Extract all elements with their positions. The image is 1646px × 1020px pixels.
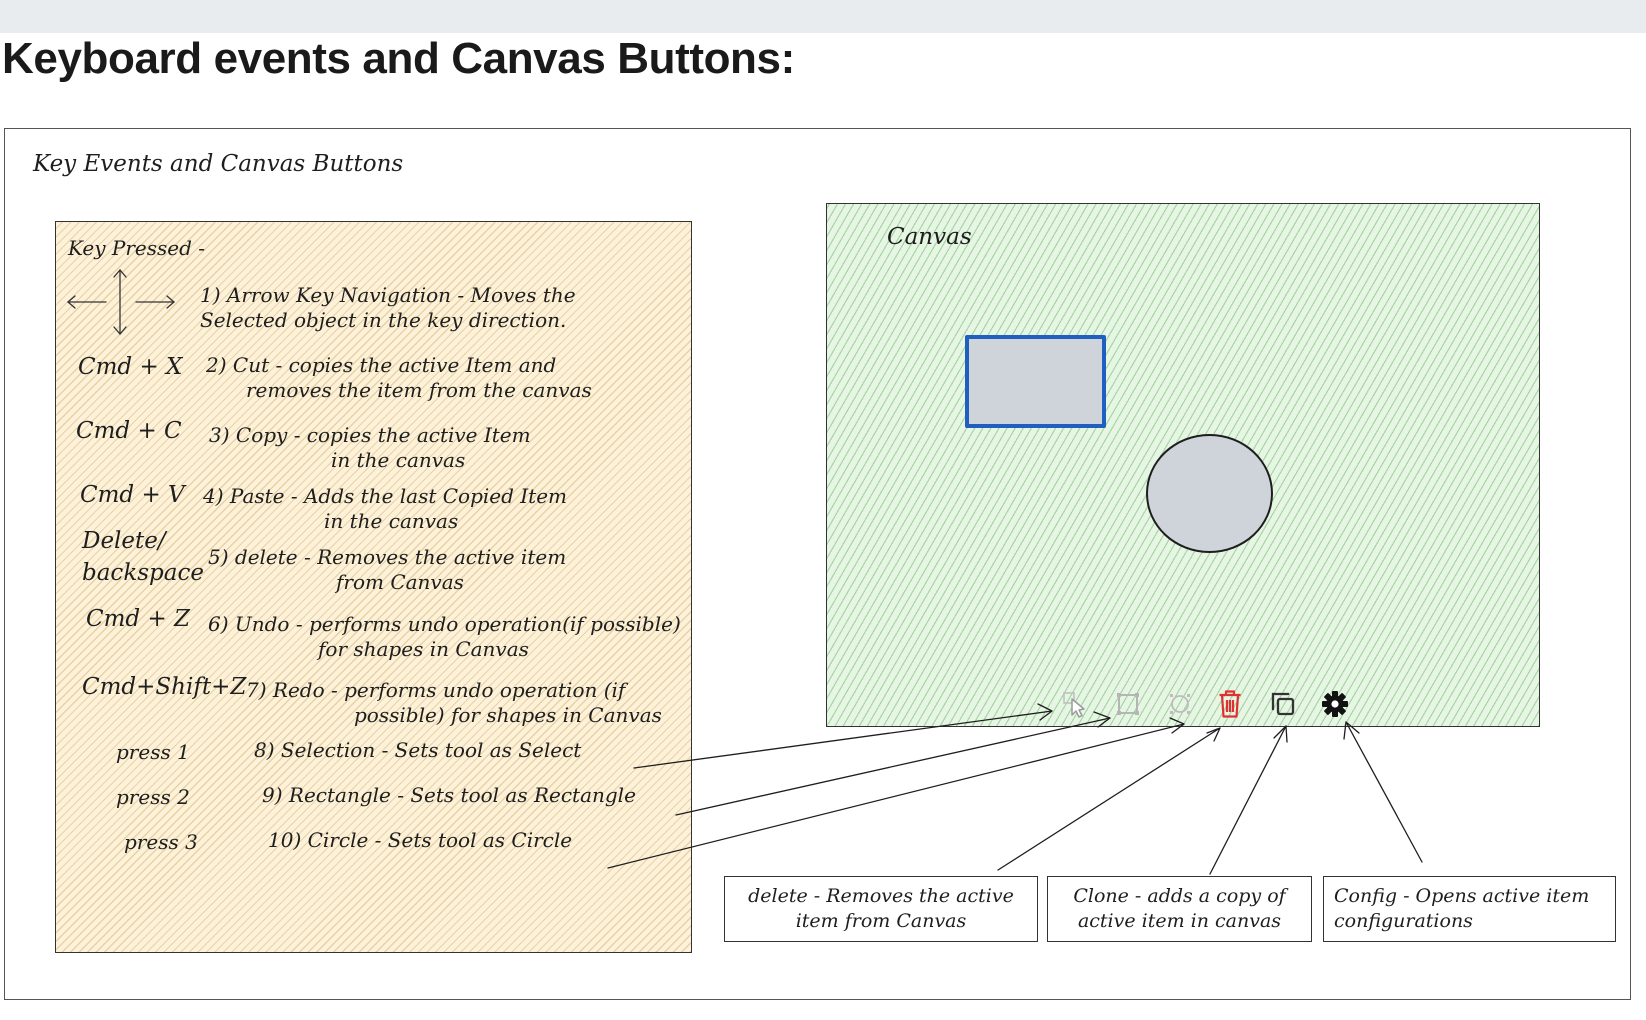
circle-icon [1170,694,1190,714]
config-callout-line-2: configurations [1334,910,1473,932]
selection-desc: 8) Selection - Sets tool as Select [254,738,582,762]
delete-callout-line-2: item from Canvas [795,910,967,932]
rectangle-icon [1117,693,1139,715]
undo-desc-line-2: for shapes in Canvas [318,637,529,661]
key-press-1: press 1 [116,740,190,764]
clone-icon [1271,692,1295,716]
redo-desc-line-2: possible) for shapes in Canvas [354,703,662,727]
delete-desc-line-2: from Canvas [336,570,464,594]
key-press-3: press 3 [124,830,198,854]
trash-icon [1219,690,1241,718]
arrow-keys-desc-line-1: 1) Arrow Key Navigation - Moves the [200,283,576,307]
clone-callout: Clone - adds a copy of active item in ca… [1047,876,1312,942]
canvas-toolbar [1058,687,1358,727]
canvas-circle-shape[interactable] [1146,434,1273,553]
paste-desc-line-2: in the canvas [324,509,459,533]
diagram-frame: Key Events and Canvas Buttons Key Presse… [4,128,1631,1000]
key-cmd-c: Cmd + C [76,418,182,444]
redo-desc-line-1: 7) Redo - performs undo operation (if [246,678,626,702]
delete-callout-line-1: delete - Removes the active [748,885,1014,907]
key-backspace: backspace [82,560,204,586]
diagram-title: Key Events and Canvas Buttons [33,151,404,177]
canvas-rectangle-shape[interactable] [965,335,1106,428]
delete-button[interactable] [1213,687,1247,721]
circle-desc: 10) Circle - Sets tool as Circle [268,828,573,852]
gear-icon [1322,691,1348,717]
cut-desc-line-1: 2) Cut - copies the active Item and [206,353,557,377]
config-callout-line-1: Config - Opens active item [1334,885,1590,907]
key-delete: Delete/ [82,528,166,554]
paste-desc-line-1: 4) Paste - Adds the last Copied Item [203,484,568,508]
top-bar [0,0,1646,33]
key-cmd-z: Cmd + Z [86,606,191,632]
rectangle-tool-button[interactable] [1111,687,1145,721]
canvas-label: Canvas [887,224,972,250]
key-cmd-shift-z: Cmd+Shift+Z [82,674,247,700]
config-button[interactable] [1318,687,1352,721]
copy-desc-line-1: 3) Copy - copies the active Item [209,423,531,447]
clone-callout-line-1: Clone - adds a copy of [1073,885,1286,907]
canvas-panel: Canvas [826,203,1540,727]
clone-button[interactable] [1266,687,1300,721]
copy-desc-line-2: in the canvas [331,448,466,472]
key-pressed-panel: Key Pressed - 1) Arrow Key Navigation - … [55,221,692,953]
undo-desc-line-1: 6) Undo - performs undo operation(if pos… [208,612,681,636]
select-pointer-icon [1063,692,1085,718]
delete-callout: delete - Removes the active item from Ca… [724,876,1038,942]
config-callout: Config - Opens active item configuration… [1323,876,1616,942]
delete-desc-line-1: 5) delete - Removes the active item [208,545,567,569]
select-tool-button[interactable] [1058,687,1092,721]
key-cmd-x: Cmd + X [78,354,183,380]
arrow-keys-desc-line-2: Selected object in the key direction. [200,308,567,332]
clone-callout-line-2: active item in canvas [1077,910,1282,932]
arrow-keys-icon [67,269,175,335]
key-pressed-heading: Key Pressed - [68,236,206,260]
key-press-2: press 2 [116,785,190,809]
page-title: Keyboard events and Canvas Buttons: [2,34,795,83]
key-cmd-v: Cmd + V [80,482,185,508]
cut-desc-line-2: removes the item from the canvas [246,378,592,402]
circle-tool-button[interactable] [1163,687,1197,721]
rectangle-desc: 9) Rectangle - Sets tool as Rectangle [262,783,636,807]
